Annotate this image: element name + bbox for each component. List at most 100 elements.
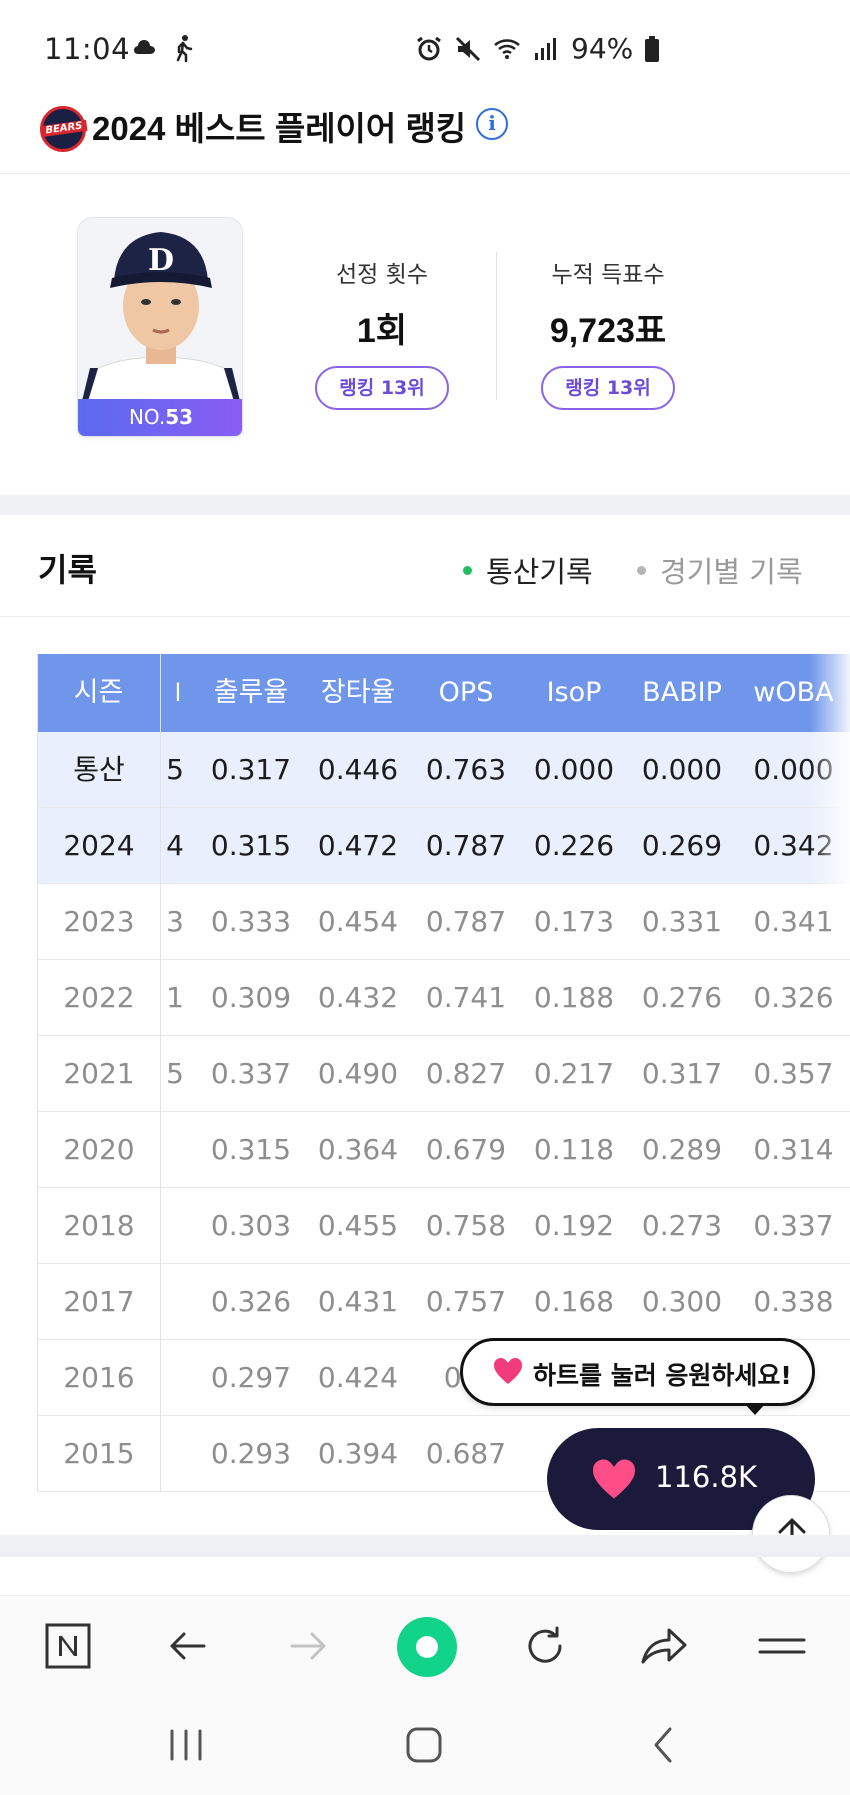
status-time: 11:04 — [44, 32, 131, 66]
partial-cell — [165, 1340, 185, 1416]
recent-apps-icon[interactable] — [168, 1727, 204, 1763]
stat-cell: 0.315 — [210, 1133, 292, 1166]
player-number-value: 53 — [165, 405, 194, 429]
alarm-icon — [417, 36, 441, 60]
season-column-border — [37, 654, 161, 1492]
stat-cell: 0.446 — [317, 753, 399, 786]
team-logo: BEARS — [40, 106, 88, 152]
stat-cell: 0.297 — [210, 1361, 292, 1394]
vote-count-block: 누적 득표수 9,723표 랭킹 13위 — [518, 255, 698, 410]
stat-cell: 0.192 — [533, 1209, 615, 1242]
stat-cell: 0.454 — [317, 905, 399, 938]
stat-cell: 0.276 — [641, 981, 723, 1014]
wifi-icon — [494, 38, 520, 59]
status-right: 94% — [415, 32, 660, 65]
stat-cell: 0.000 — [641, 753, 723, 786]
header-ops: OPS — [438, 677, 494, 708]
back-nav-icon[interactable] — [648, 1725, 678, 1765]
player-number: NO.53 — [78, 399, 242, 436]
stat-cell: 0.217 — [533, 1057, 615, 1090]
stat-cell: 0.357 — [753, 1057, 834, 1090]
info-icon[interactable]: i — [476, 108, 508, 140]
stat-cell: 0.338 — [753, 1285, 834, 1318]
status-bar: 11:04 94% — [0, 0, 850, 100]
cheer-tooltip: 하트를 눌러 응원하세요! — [460, 1338, 815, 1415]
partial-cell — [165, 1112, 185, 1188]
stat-cell: 0.490 — [317, 1057, 399, 1090]
stat-cell: 0.300 — [641, 1285, 723, 1318]
home-icon[interactable] — [404, 1725, 444, 1765]
stat-cell: 0.293 — [210, 1437, 292, 1470]
header-partial: l — [174, 679, 182, 707]
stat-cell: 0.687 — [425, 1437, 507, 1470]
arrow-left-icon — [170, 1632, 206, 1660]
browser-nav-bar — [0, 1595, 850, 1695]
player-card[interactable]: D NO.53 — [77, 217, 243, 437]
stat-cell: 0.173 — [533, 905, 615, 938]
naver-n-icon — [45, 1623, 91, 1669]
stat-cell: 0.315 — [210, 829, 292, 862]
stat-cell: 0.226 — [533, 829, 615, 862]
stat-cell: 0.763 — [425, 753, 507, 786]
stat-cell: 0.337 — [210, 1057, 292, 1090]
stat-cell: 0.758 — [425, 1209, 507, 1242]
refresh-button[interactable] — [515, 1616, 575, 1676]
player-photo: D — [78, 218, 242, 401]
partial-cell — [165, 1188, 185, 1264]
header-babip: BABIP — [642, 677, 722, 708]
stat-cell: 0.424 — [317, 1361, 399, 1394]
stat-cell: 0.337 — [753, 1209, 834, 1242]
stat-cell: 0.679 — [425, 1133, 507, 1166]
green-dot-button[interactable] — [396, 1616, 458, 1678]
cheer-text: 하트를 눌러 응원하세요! — [533, 1361, 792, 1390]
stat-cell: 0.787 — [425, 829, 507, 862]
selection-count-value: 1회 — [356, 312, 408, 350]
share-button[interactable] — [634, 1616, 694, 1676]
stat-cell: 0.827 — [425, 1057, 507, 1090]
stat-cell: 0.331 — [641, 905, 723, 938]
stat-cell: 0.364 — [317, 1133, 399, 1166]
status-left-icons — [132, 34, 198, 62]
player-number-prefix: NO. — [128, 405, 166, 429]
selection-rank-badge[interactable]: 랭킹 13위 — [315, 366, 449, 410]
stat-cell: 0.168 — [533, 1285, 615, 1318]
stat-cell: 0.314 — [753, 1133, 834, 1166]
stat-cell: 0.118 — [533, 1133, 615, 1166]
selection-count-block: 선정 횟수 1회 랭킹 13위 — [292, 255, 472, 410]
vote-count-value: 9,723표 — [549, 312, 667, 350]
stat-cell: 0.432 — [317, 981, 399, 1014]
stat-cell: 0.333 — [210, 905, 292, 938]
section-divider-bottom — [0, 1535, 850, 1557]
stat-cell: 0.326 — [210, 1285, 292, 1318]
green-dot-icon — [397, 1617, 457, 1677]
selection-count-label: 선정 횟수 — [336, 262, 428, 288]
share-icon — [641, 1628, 687, 1664]
battery-percent: 94% — [571, 32, 634, 65]
team-logo-text: BEARS — [40, 119, 88, 138]
walking-icon — [176, 35, 193, 62]
record-header: 기록 통산기록 경기별 기록 — [0, 517, 850, 617]
stat-cell: 0.394 — [317, 1437, 399, 1470]
naver-home-button[interactable] — [38, 1616, 98, 1676]
section-divider — [0, 495, 850, 515]
partial-cell: 4 — [166, 829, 184, 862]
heart-icon — [494, 1358, 522, 1384]
stat-cell: 0.341 — [753, 905, 834, 938]
arrow-right-icon — [290, 1632, 326, 1660]
signal-icon — [535, 37, 556, 60]
filter-per-game[interactable]: 경기별 기록 — [637, 549, 803, 591]
vote-rank-badge[interactable]: 랭킹 13위 — [541, 366, 675, 410]
refresh-icon — [528, 1626, 562, 1663]
partial-cell: 3 — [166, 905, 184, 938]
vote-count-label: 누적 득표수 — [551, 262, 665, 288]
filter-career[interactable]: 통산기록 — [463, 549, 593, 591]
forward-button[interactable] — [278, 1616, 338, 1676]
stat-cell: 0.317 — [210, 753, 292, 786]
stat-cell: 0.787 — [425, 905, 507, 938]
menu-button[interactable] — [752, 1616, 812, 1676]
player-section: D NO.53 선정 횟수 1회 랭킹 13위 누적 득표수 9,723표 랭킹… — [0, 175, 850, 495]
scroll-top-button[interactable] — [752, 1495, 830, 1573]
back-button[interactable] — [158, 1616, 218, 1676]
stat-cell: 0.326 — [753, 981, 834, 1014]
header-isop: IsoP — [546, 677, 602, 708]
